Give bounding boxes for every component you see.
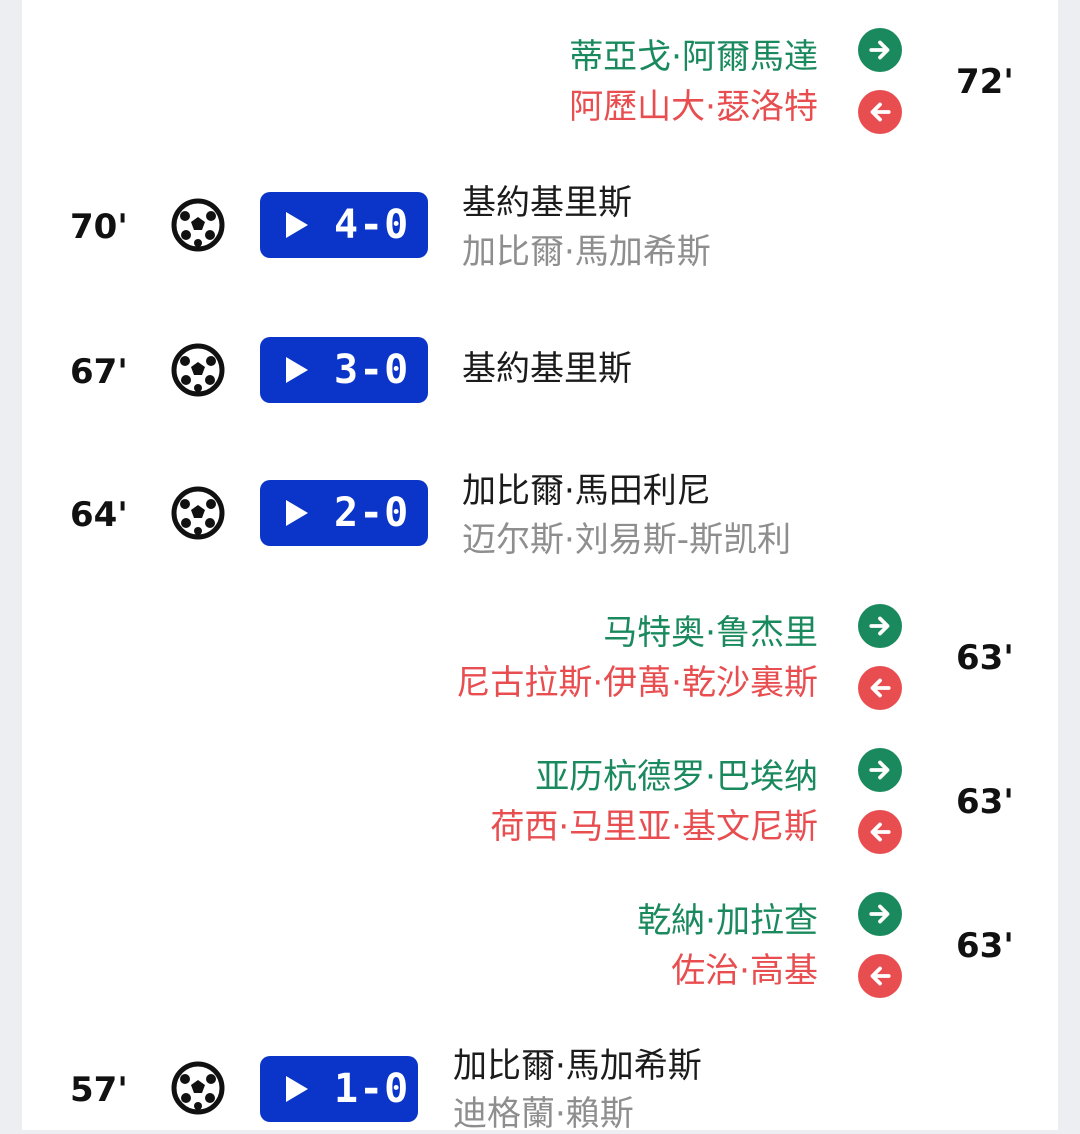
arrow-left-icon: [858, 666, 902, 710]
sub-event: 乾納·加拉查 佐治·高基 63': [22, 884, 1058, 1014]
arrow-left-icon: [858, 810, 902, 854]
score-label: 2-0: [334, 490, 410, 536]
goal-video-button[interactable]: 4-0: [260, 192, 428, 258]
play-icon: [286, 212, 308, 238]
soccer-ball-icon: [170, 342, 226, 398]
arrow-left-icon: [858, 90, 902, 134]
player-in-name[interactable]: 亚历杭德罗·巴埃纳: [535, 757, 818, 797]
goal-video-button[interactable]: 2-0: [260, 480, 428, 546]
soccer-ball-icon: [170, 485, 226, 541]
arrow-right-icon: [858, 892, 902, 936]
player-in-name[interactable]: 蒂亞戈·阿爾馬達: [569, 37, 818, 77]
event-minute: 63': [956, 638, 1014, 678]
play-icon: [286, 1076, 308, 1102]
player-out-name[interactable]: 佐治·高基: [671, 951, 818, 991]
score-label: 1-0: [334, 1066, 410, 1112]
goal-event: 67' 3-0 基約基里斯: [22, 315, 1058, 435]
event-minute: 57': [70, 1070, 128, 1110]
assist-player-name[interactable]: 迪格蘭·賴斯: [453, 1094, 634, 1134]
goal-scorer-name[interactable]: 加比爾·馬加希斯: [453, 1046, 702, 1086]
event-minute: 70': [70, 207, 128, 247]
arrow-right-icon: [858, 28, 902, 72]
goal-scorer-name[interactable]: 基約基里斯: [462, 349, 632, 389]
event-minute: 64': [70, 495, 128, 535]
sub-event: 亚历杭德罗·巴埃纳 荷西·马里亚·基文尼斯 63': [22, 740, 1058, 870]
event-minute: 63': [956, 782, 1014, 822]
goal-event: 64' 2-0 加比爾·馬田利尼 迈尔斯·刘易斯-斯凯利: [22, 458, 1058, 578]
player-out-name[interactable]: 荷西·马里亚·基文尼斯: [490, 807, 818, 847]
score-label: 3-0: [334, 347, 410, 393]
sub-event: 蒂亞戈·阿爾馬達 阿歷山大·瑟洛特 72': [22, 0, 1058, 150]
event-minute: 67': [70, 352, 128, 392]
arrow-right-icon: [858, 748, 902, 792]
goal-event: 70' 4-0 基約基里斯 加比爾·馬加希斯: [22, 170, 1058, 290]
play-icon: [286, 500, 308, 526]
event-minute: 63': [956, 926, 1014, 966]
goal-scorer-name[interactable]: 加比爾·馬田利尼: [462, 471, 711, 511]
arrow-right-icon: [858, 604, 902, 648]
event-minute: 72': [956, 62, 1014, 102]
score-label: 4-0: [334, 202, 410, 248]
player-out-name[interactable]: 阿歷山大·瑟洛特: [569, 87, 818, 127]
match-events-card: 蒂亞戈·阿爾馬達 阿歷山大·瑟洛特 72' 70' 4-0 基約基里斯 加比爾·…: [22, 0, 1058, 1134]
assist-player-name[interactable]: 加比爾·馬加希斯: [462, 232, 711, 272]
player-in-name[interactable]: 乾納·加拉查: [637, 901, 818, 941]
play-icon: [286, 357, 308, 383]
player-out-name[interactable]: 尼古拉斯·伊萬·乾沙裏斯: [456, 663, 818, 703]
soccer-ball-icon: [170, 197, 226, 253]
goal-event: 57' 1-0 加比爾·馬加希斯 迪格蘭·賴斯: [22, 1034, 1058, 1134]
arrow-left-icon: [858, 954, 902, 998]
goal-scorer-name[interactable]: 基約基里斯: [462, 183, 632, 223]
player-in-name[interactable]: 马特奥·鲁杰里: [603, 613, 818, 653]
goal-video-button[interactable]: 1-0: [260, 1056, 418, 1122]
assist-player-name[interactable]: 迈尔斯·刘易斯-斯凯利: [462, 520, 791, 560]
sub-event: 马特奥·鲁杰里 尼古拉斯·伊萬·乾沙裏斯 63': [22, 596, 1058, 726]
goal-video-button[interactable]: 3-0: [260, 337, 428, 403]
soccer-ball-icon: [170, 1060, 226, 1116]
